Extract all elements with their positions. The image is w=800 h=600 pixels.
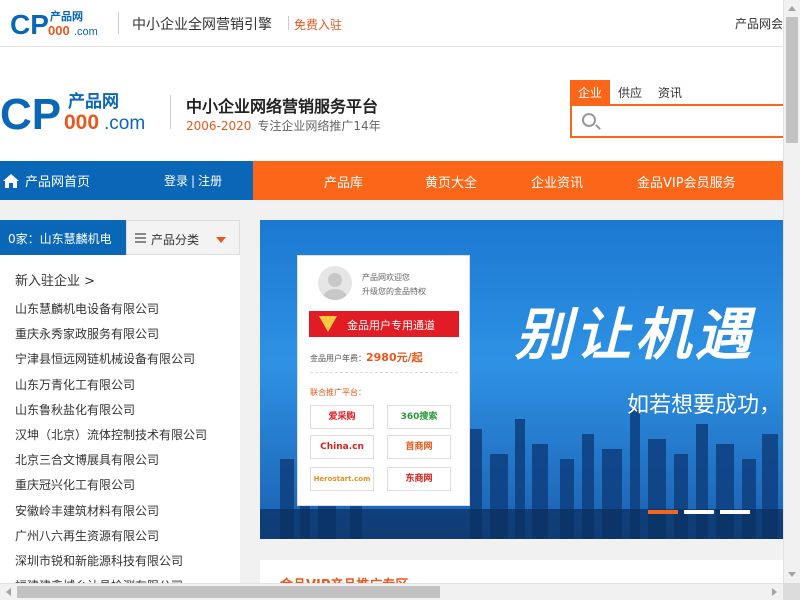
vertical-scrollbar[interactable] [783,0,800,583]
login-link[interactable]: 登录 [164,174,188,188]
scroll-left-icon[interactable] [6,588,11,596]
member-link[interactable]: 产品网会 [735,15,783,32]
annual-fee: 金品用户年费：2980元/起 [310,349,423,365]
auth-links: 登录 | 注册 [164,172,222,189]
list-item[interactable]: 北京三合文博展具有限公司 [15,451,207,476]
gold-member-label: 金品用户专用通道 [347,319,435,332]
gold-member-button[interactable]: 金品用户专用通道 [309,311,459,337]
header: CP 产品网 000 .com 中小企业网络营销服务平台 2006-2020 专注… [0,47,783,161]
nav-item-vip-service[interactable]: 金品VIP会员服务 [637,172,736,191]
partner-logo-china-cn[interactable]: China.cn [310,435,374,459]
list-item[interactable]: 山东万青化工有限公司 [15,376,207,401]
carousel-dot[interactable] [720,510,750,514]
home-icon [3,173,19,188]
search-box: 企业 供应 资讯 [570,80,783,138]
banner-carousel[interactable]: 别让机遇 如若想要成功， 产品网欢迎您 升级您的金品特权 金品用户专用通道 金品… [260,220,783,539]
search-input[interactable] [604,110,774,132]
welcome-text: 产品网欢迎您 [362,273,410,282]
list-item[interactable]: 山东鲁秋盐化有限公司 [15,401,207,426]
svg-text:000: 000 [48,23,70,38]
divider [118,12,119,34]
nav-home-label: 产品网首页 [25,175,91,190]
partner-logo-shoushang[interactable]: 首商网 [387,435,451,459]
scroll-up-icon[interactable] [788,6,796,11]
company-ticker[interactable]: 0家：山东慧麟机电 [0,220,126,255]
list-item[interactable]: 重庆永秀家政服务有限公司 [15,325,207,350]
slogan: 中小企业全网营销引擎 [132,17,272,33]
divider [170,95,171,129]
divider [310,372,458,373]
svg-text:000: 000 [64,111,99,134]
list-item[interactable]: 广州八六再生资源有限公司 [15,527,207,552]
logo-icon: CP 产品网 000 .com [0,90,145,139]
member-card: 产品网欢迎您 升级您的金品特权 金品用户专用通道 金品用户年费：2980元/起 … [297,255,470,506]
vip-section: 金品VIP产品推广专区 [260,560,783,593]
divider [288,16,289,30]
sidebar: 0家：山东慧麟机电 产品分类 新入驻企业 > 山东慧麟机电设备有限公司 重庆永秀… [0,220,240,593]
caret-down-icon [216,237,226,243]
nav-home[interactable]: 产品网首页 [0,161,90,200]
logo-icon: CP 产品网 000 .com [10,9,98,40]
partner-logo-herostart[interactable]: Herostart.com [310,467,374,491]
nav-item-yellow-pages[interactable]: 黄页大全 [425,172,477,191]
free-join-link[interactable]: 免费入驻 [294,16,342,33]
carousel-dot[interactable] [684,510,714,514]
banner-subline: 如若想要成功， [627,393,782,418]
auth-divider: | [191,174,196,188]
banner-headline: 别让机遇 [515,303,755,368]
platform-title: 中小企业网络营销服务平台 [186,97,379,116]
svg-text:产品网: 产品网 [50,9,83,23]
list-item[interactable]: 深圳市锐和新能源科技有限公司 [15,552,207,577]
partner-logo-aicaigou[interactable]: 爱采购 [310,405,374,429]
scrollbar-corner [783,583,800,600]
list-item[interactable]: 重庆冠兴化工有限公司 [15,476,207,501]
nav-item-company-news[interactable]: 企业资讯 [531,172,583,191]
category-label: 产品分类 [151,233,200,247]
subtitle-text: 专注企业网络推广14年 [257,119,381,133]
v-icon [319,316,337,332]
partner-logo-360[interactable]: 360搜索 [387,405,451,429]
list-item[interactable]: 安徽岭丰建筑材料有限公司 [15,502,207,527]
horizontal-scrollbar[interactable] [0,583,783,600]
new-companies-list: 山东慧麟机电设备有限公司 重庆永秀家政服务有限公司 宁津县恒远网链机械设备有限公… [15,300,207,600]
years: 2006-2020 [186,119,252,133]
main-nav: 产品网首页 登录 | 注册 产品库 黄页大全 企业资讯 金品VIP会员服务 [0,161,783,200]
svg-text:.com: .com [104,113,145,134]
search-tabs: 企业 供应 资讯 [570,80,783,104]
new-companies-title[interactable]: 新入驻企业 > [15,270,95,289]
menu-icon [135,233,146,243]
search-icon[interactable] [582,113,596,127]
scroll-right-icon[interactable] [772,588,777,596]
page: CP 产品网 000 .com 中小企业全网营销引擎 免费入驻 产品网会 CP … [0,0,800,600]
search-tab-company[interactable]: 企业 [570,80,611,104]
list-item[interactable]: 汉坤（北京）流体控制技术有限公司 [15,426,207,451]
carousel-dot[interactable] [648,510,678,514]
list-item[interactable]: 宁津县恒远网链机械设备有限公司 [15,350,207,375]
list-item[interactable]: 山东慧麟机电设备有限公司 [15,300,207,325]
nav-home-block: 产品网首页 登录 | 注册 [0,161,253,200]
search-field[interactable] [570,104,783,138]
svg-text:产品网: 产品网 [68,91,119,112]
top-bar: CP 产品网 000 .com 中小企业全网营销引擎 免费入驻 产品网会 [0,0,783,47]
scroll-thumb[interactable] [17,586,440,598]
partner-logo-dongshang[interactable]: 东商网 [387,467,451,491]
svg-text:.com: .com [74,26,98,38]
upgrade-text: 升级您的金品特权 [362,287,426,296]
site-logo-small[interactable]: CP 产品网 000 .com [10,8,110,44]
scroll-down-icon[interactable] [788,572,796,577]
scroll-thumb[interactable] [786,17,798,143]
platform-subtitle: 2006-2020 专注企业网络推广14年 [186,117,381,134]
category-dropdown[interactable]: 产品分类 [126,220,240,255]
nav-item-products[interactable]: 产品库 [324,172,363,191]
register-link[interactable]: 注册 [198,174,222,188]
fee-label: 金品用户年费： [310,354,366,363]
site-logo[interactable]: CP 产品网 000 .com [0,89,162,139]
svg-text:CP: CP [0,90,61,135]
fee-value: 2980元/起 [366,351,423,364]
avatar [318,266,352,300]
svg-text:CP: CP [10,9,49,40]
search-tab-news[interactable]: 资讯 [650,80,690,104]
search-tab-supply[interactable]: 供应 [610,80,650,104]
union-label: 联合推广平台： [310,388,366,397]
